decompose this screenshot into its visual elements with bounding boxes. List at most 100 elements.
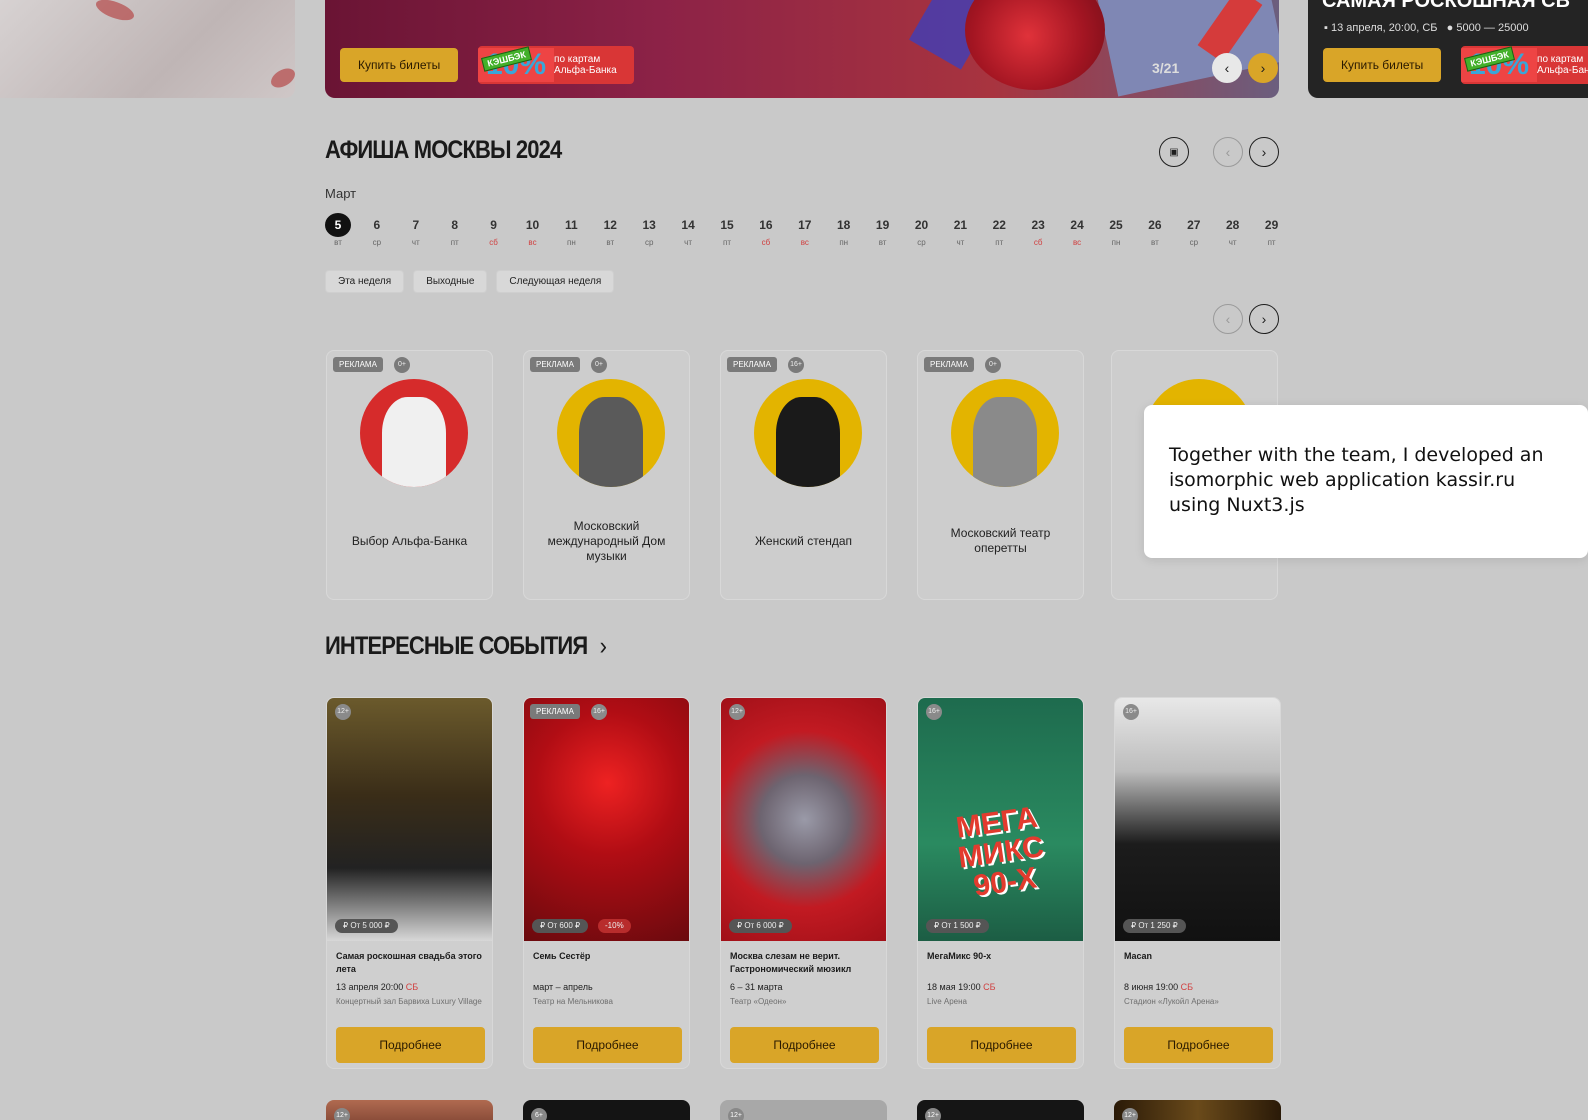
venue-card[interactable]: РЕКЛАМА 16+ Женский стендап xyxy=(720,350,887,600)
event-card[interactable]: МЕГА МИКС 90-Х 16+ ₽ От 1 500 ₽ МегаМикс 90… xyxy=(917,697,1084,1069)
chevron-left-icon: ‹ xyxy=(1225,144,1231,160)
date-item[interactable]: 23 сб xyxy=(1025,213,1051,247)
date-number: 25 xyxy=(1109,218,1123,232)
dates-prev-button[interactable]: ‹ xyxy=(1213,137,1243,167)
date-filter-chip[interactable]: Выходные xyxy=(413,270,488,293)
event-poster[interactable]: РЕКЛАМА 16+ ₽ От 600 ₽ -10% xyxy=(524,698,689,941)
date-item[interactable]: 10 вс xyxy=(520,213,546,247)
date-item[interactable]: 25 пн xyxy=(1103,213,1129,247)
event-title[interactable]: Москва слезам не верит. Гастрономический… xyxy=(730,950,878,976)
event-card-partial[interactable]: 12+ xyxy=(326,1100,493,1120)
event-card[interactable]: 12+ ₽ От 6 000 ₽ Москва слезам не верит. Г… xyxy=(720,697,887,1069)
chevron-right-icon: › xyxy=(1260,60,1266,76)
weekday-label: пн xyxy=(567,238,576,247)
date-number: 20 xyxy=(914,218,929,232)
petal-decoration xyxy=(93,0,137,25)
date-filter-chip[interactable]: Эта неделя xyxy=(325,270,405,293)
buy-tickets-button[interactable]: Купить билеты xyxy=(340,48,459,82)
venues-prev-button[interactable]: ‹ xyxy=(1213,304,1243,334)
date-item[interactable]: 14 чт xyxy=(675,213,701,247)
event-title[interactable]: Семь Сестёр xyxy=(533,950,681,963)
event-venue: Театр на Мельникова xyxy=(533,997,613,1006)
event-title[interactable]: Macan xyxy=(1124,950,1272,963)
price-text: От 1 500 ₽ xyxy=(941,921,981,930)
next-banner-buy-button[interactable]: Купить билеты xyxy=(1323,48,1442,82)
weekday-label: сб xyxy=(489,238,498,247)
date-item[interactable]: 9 сб xyxy=(481,213,507,247)
next-banner[interactable]: САМАЯ РОСКОШНАЯ СВ ▪ 13 апреля, 20:00, С… xyxy=(1308,0,1588,98)
date-item[interactable]: 15 пт xyxy=(714,213,740,247)
previous-banner[interactable] xyxy=(0,0,295,98)
event-title[interactable]: МегаМикс 90-х xyxy=(927,950,1075,963)
slide-prev-button[interactable]: ‹ xyxy=(1212,53,1242,83)
date-item[interactable]: 19 вт xyxy=(870,213,896,247)
weekday-label: пт xyxy=(995,238,1004,247)
event-card[interactable]: 12+ ₽ От 5 000 ₽ Самая роскошная свадьба э… xyxy=(326,697,493,1069)
event-card-partial[interactable]: 12+ xyxy=(917,1100,1084,1120)
date-item[interactable]: 28 чт xyxy=(1220,213,1246,247)
date-item[interactable]: 22 пт xyxy=(986,213,1012,247)
date-item[interactable]: 5 вт xyxy=(325,213,351,247)
discount-badge: -10% xyxy=(598,919,631,933)
date-item[interactable]: 13 ср xyxy=(636,213,662,247)
date-item[interactable]: 24 вс xyxy=(1064,213,1090,247)
event-title[interactable]: Самая роскошная свадьба этого лета xyxy=(336,950,484,976)
event-weekday: СБ xyxy=(1180,982,1194,992)
date-item[interactable]: 29 пт xyxy=(1259,213,1285,247)
cashback-text: по картам Альфа-Бан xyxy=(1537,54,1588,76)
venue-photo xyxy=(579,397,643,487)
age-badge: 16+ xyxy=(1123,704,1139,720)
age-badge: 0+ xyxy=(394,357,410,373)
date-item[interactable]: 16 сб xyxy=(753,213,779,247)
events-title[interactable]: ИНТЕРЕСНЫЕ СОБЫТИЯ › xyxy=(325,632,607,661)
date-item[interactable]: 8 пт xyxy=(442,213,468,247)
price-badge: ₽ От 1 500 ₽ xyxy=(926,919,989,933)
ad-badge: РЕКЛАМА xyxy=(727,357,777,372)
date-number: 27 xyxy=(1187,218,1201,232)
details-button[interactable]: Подробнее xyxy=(927,1027,1076,1063)
date-filter-chip[interactable]: Следующая неделя xyxy=(496,270,615,293)
event-poster[interactable]: 16+ ₽ От 1 250 ₽ xyxy=(1115,698,1280,941)
calendar-button[interactable]: ▣ xyxy=(1159,137,1189,167)
event-card-partial[interactable]: 12+ xyxy=(720,1100,887,1120)
date-item[interactable]: 7 чт xyxy=(403,213,429,247)
date-item[interactable]: 18 пн xyxy=(831,213,857,247)
date-strip: 5 вт 6 ср 7 чт 8 пт 9 сб 10 вс 11 пн 12 вт 13 ср 14 чт 15 пт 1… xyxy=(325,213,1279,253)
event-card-partial[interactable]: 6+ xyxy=(523,1100,690,1120)
date-item[interactable]: 21 чт xyxy=(947,213,973,247)
details-button[interactable]: Подробнее xyxy=(336,1027,485,1063)
date-item[interactable]: 17 вс xyxy=(792,213,818,247)
weekday-label: ср xyxy=(917,238,926,247)
chevron-right-icon: › xyxy=(1261,144,1267,160)
weekday-label: вт xyxy=(606,238,615,247)
date-item[interactable]: 27 ср xyxy=(1181,213,1207,247)
venue-card[interactable]: РЕКЛАМА 0+ Московский международный Дом му… xyxy=(523,350,690,600)
event-poster[interactable]: 12+ ₽ От 6 000 ₽ xyxy=(721,698,886,941)
slide-next-button[interactable]: › xyxy=(1248,53,1278,83)
date-item[interactable]: 11 пн xyxy=(558,213,584,247)
details-button[interactable]: Подробнее xyxy=(1124,1027,1273,1063)
next-banner-title: САМАЯ РОСКОШНАЯ СВ xyxy=(1322,0,1571,12)
weekday-label: чт xyxy=(1228,238,1237,247)
event-poster[interactable]: 12+ ₽ От 5 000 ₽ xyxy=(327,698,492,941)
details-button[interactable]: Подробнее xyxy=(730,1027,879,1063)
next-banner-price: 5000 — 25000 xyxy=(1456,22,1529,34)
price-text: От 5 000 ₽ xyxy=(350,921,390,930)
venue-card[interactable]: РЕКЛАМА 0+ Выбор Альфа-Банка xyxy=(326,350,493,600)
date-item[interactable]: 20 ср xyxy=(909,213,935,247)
date-item[interactable]: 26 вт xyxy=(1142,213,1168,247)
event-poster[interactable]: МЕГА МИКС 90-Х 16+ ₽ От 1 500 ₽ xyxy=(918,698,1083,941)
details-button[interactable]: Подробнее xyxy=(533,1027,682,1063)
date-item[interactable]: 6 ср xyxy=(364,213,390,247)
event-weekday: СБ xyxy=(983,982,996,992)
venues-next-button[interactable]: › xyxy=(1249,304,1279,334)
event-card[interactable]: 16+ ₽ От 1 250 ₽ Macan 8 июня 19:00 СБ Стади… xyxy=(1114,697,1281,1069)
event-card[interactable]: РЕКЛАМА 16+ ₽ От 600 ₽ -10% Семь Сестёр март … xyxy=(523,697,690,1069)
age-badge: 12+ xyxy=(925,1108,941,1120)
cashback-text: по картам Альфа-Банка xyxy=(554,54,617,76)
event-card-partial[interactable]: 12+ xyxy=(1114,1100,1281,1120)
date-item[interactable]: 12 вт xyxy=(597,213,623,247)
hero-banner[interactable]: Купить билеты 10% КЭШБЭК по картам Альфа… xyxy=(325,0,1279,98)
venue-card[interactable]: РЕКЛАМА 0+ Московский театр оперетты xyxy=(917,350,1084,600)
dates-next-button[interactable]: › xyxy=(1249,137,1279,167)
